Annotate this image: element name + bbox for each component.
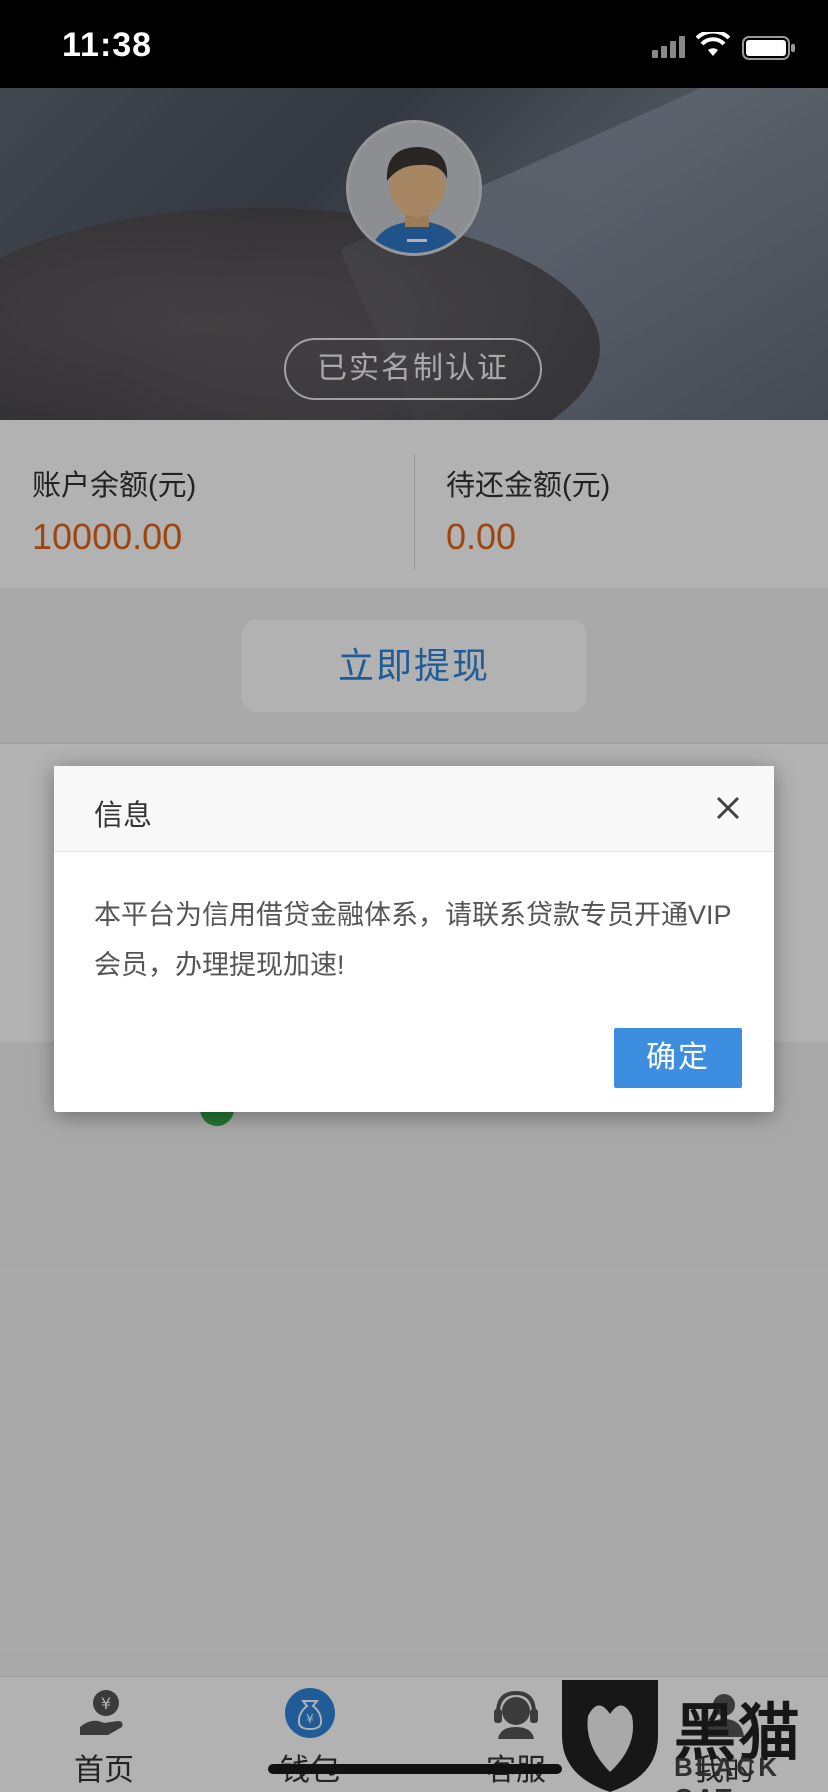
wifi-icon [696, 32, 730, 56]
dialog-title: 信息 [94, 800, 153, 832]
home-indicator[interactable] [268, 1764, 562, 1774]
status-time: 11:38 [62, 26, 153, 64]
dialog-header: 信息 [54, 766, 774, 852]
battery-icon [742, 36, 795, 60]
info-dialog: 信息 本平台为信用借贷金融体系，请联系贷款专员开通VIP会员，办理提现加速! 确… [54, 766, 774, 1112]
close-icon[interactable] [708, 788, 748, 828]
confirm-button[interactable]: 确定 [614, 1028, 742, 1088]
dialog-message: 本平台为信用借贷金融体系，请联系贷款专员开通VIP会员，办理提现加速! [94, 900, 732, 980]
cellular-signal-icon [652, 36, 685, 58]
status-bar: 11:38 [0, 0, 828, 88]
